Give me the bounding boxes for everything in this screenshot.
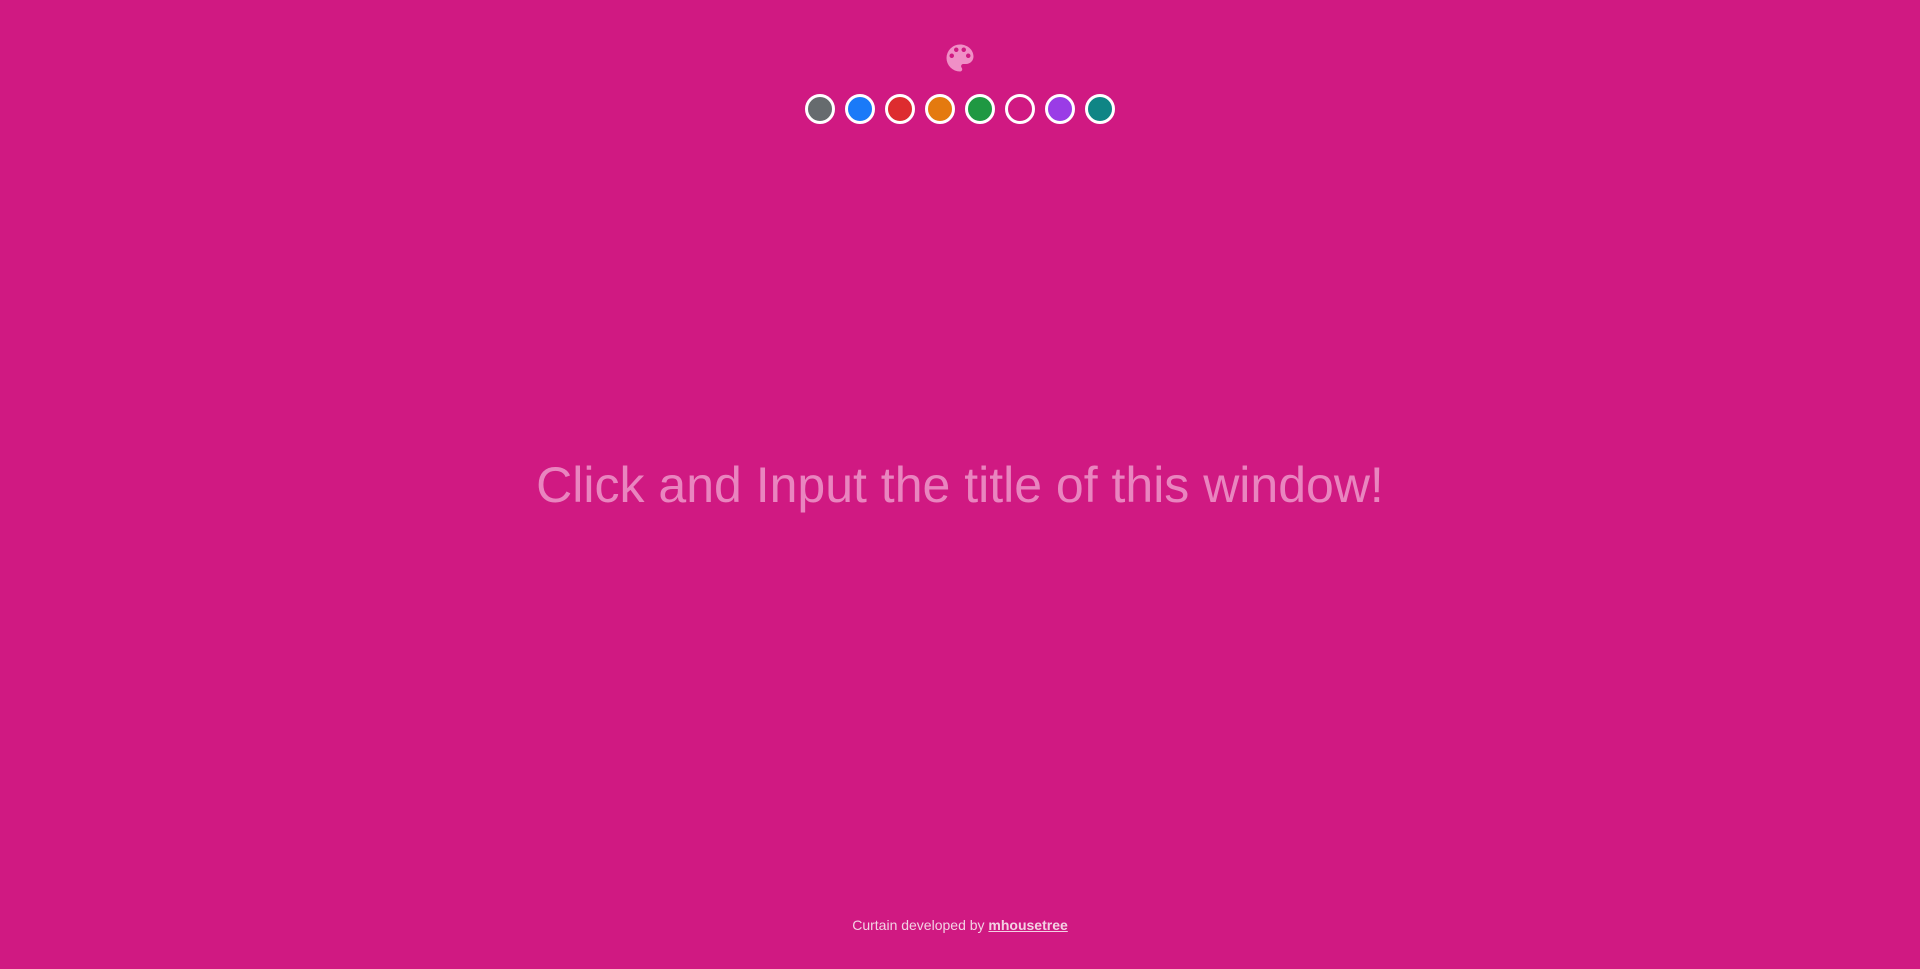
swatch-orange[interactable] xyxy=(925,94,955,124)
footer: Curtain developed by mhousetree xyxy=(0,917,1920,933)
swatch-blue[interactable] xyxy=(845,94,875,124)
author-link[interactable]: mhousetree xyxy=(988,917,1067,933)
window-title-input[interactable] xyxy=(0,450,1920,520)
swatch-gray[interactable] xyxy=(805,94,835,124)
footer-credit-text: Curtain developed by xyxy=(852,917,989,933)
palette-icon[interactable] xyxy=(942,40,978,76)
swatch-teal[interactable] xyxy=(1085,94,1115,124)
swatch-pink[interactable] xyxy=(1005,94,1035,124)
swatch-red[interactable] xyxy=(885,94,915,124)
color-swatches xyxy=(805,94,1115,124)
top-controls xyxy=(0,40,1920,124)
swatch-green[interactable] xyxy=(965,94,995,124)
swatch-purple[interactable] xyxy=(1045,94,1075,124)
